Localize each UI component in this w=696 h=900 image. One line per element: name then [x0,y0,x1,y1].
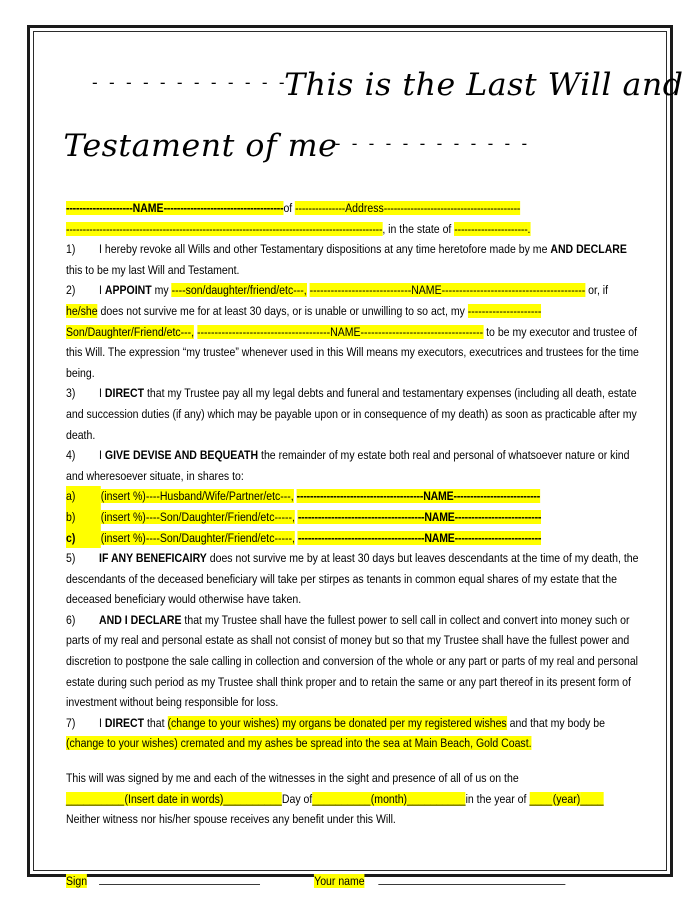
clause-text: that my Trustee shall have the fullest p… [66,612,639,710]
clause-text: that my Trustee pay all my legal debts a… [66,386,637,442]
beneficiary-relation-field[interactable]: (insert %)----Son/Daughter/Friend/etc---… [100,530,295,545]
clause-1: 1) I hereby revoke all Wills and other Te… [66,239,640,280]
date-blank-after[interactable]: __________ [223,791,282,806]
sign-label: Sign [66,873,88,888]
clause-fillin-field[interactable]: Son/Daughter/Friend/etc---, [66,324,195,339]
year-label: (year) [552,791,581,806]
clause-fillin-field[interactable]: --------------------------------------NA… [197,324,484,339]
state-dashes: ---------------------- [454,221,528,236]
year-blank-after[interactable]: ____ [580,791,604,806]
clause-text: or, if [585,283,609,298]
document-title: - - - - - - - - - - - -This is the Last … [63,58,683,178]
title-text-2: Testament of me [63,128,338,164]
beneficiary-row: b) (insert %)----Son/Daughter/Friend/etc-… [66,506,640,528]
clause-6: 6) AND I DECLARE that my Trustee shall ha… [66,610,640,713]
state-period: . [527,221,531,236]
title-line-1: - - - - - - - - - - - -This is the Last … [66,58,683,117]
clause-3: 3) I DIRECT that my Trustee pay all my le… [66,383,640,445]
clause-fillin-field[interactable]: ----son/daughter/friend/etc---, [171,283,307,298]
testator-identity-block: --------------------NAME----------------… [66,198,640,239]
clause-2: 2) I APPOINT my ----son/daughter/friend/e… [66,280,640,383]
beneficiary-label: b) [66,506,101,528]
clause-7: 7) I DIRECT that (change to your wishes) … [66,713,640,754]
beneficiary-row: a) (insert %)----Husband/Wife/Partner/etc… [66,486,640,507]
clause-fillin-field[interactable]: (change to your wishes) cremated and my … [66,736,532,751]
beneficiary-row: c) (insert %)----Son/Daughter/Friend/etc-… [66,527,640,549]
testator-name-address-line: --------------------NAME----------------… [66,198,640,219]
beneficiary-label: c) [66,527,101,549]
beneficiary-name-field[interactable]: --------------------------------------NA… [297,530,541,545]
signature-row: Sign Your name [66,873,640,888]
clause-text: I hereby revoke all Wills and other Test… [99,242,551,257]
clause-emphasis: DIRECT [104,386,145,401]
clause-fillin-field[interactable]: --------------------- [467,303,542,318]
day-of-text: Day of [281,791,313,806]
name-dash-before: -------------------- [66,201,133,215]
clause-emphasis: IF ANY BENEFICAIRY [99,551,207,566]
clause-emphasis: AND DECLARE [550,242,627,257]
clause-emphasis: GIVE DEVISE AND BEQUEATH [104,448,259,463]
clause-text: that [144,715,168,730]
year-blank-before[interactable]: ____ [529,791,553,806]
year-connector: in the year of [465,791,527,806]
clause-number: 4) [66,448,76,463]
month-blank-before[interactable]: __________ [312,791,371,806]
clause-5: 5) IF ANY BENEFICAIRY does not survive me… [66,548,640,610]
clause-number: 2) [66,283,76,298]
title-text-1: This is the Last Will and [283,67,684,103]
clause-emphasis: APPOINT [104,283,152,298]
clauses-5-to-7: 5) IF ANY BENEFICAIRY does not survive me… [66,548,640,754]
beneficiary-relation-field[interactable]: (insert %)----Son/Daughter/Friend/etc---… [100,509,295,524]
title-dashes-trailing: - - - - - - - - - - - - [334,134,531,153]
title-line-2: Testament of me- - - - - - - - - - - - [63,119,640,178]
month-label: (month) [370,791,408,806]
clauses-1-to-4: 1) I hereby revoke all Wills and other Te… [66,239,640,486]
your-name-line[interactable] [378,875,566,885]
signature-line[interactable] [99,875,261,885]
beneficiary-list: a) (insert %)----Husband/Wife/Partner/etc… [66,486,640,549]
testator-state-line: ----------------------------------------… [66,219,640,240]
attestation-intro: This will was signed by me and each of t… [66,771,519,786]
clause-number: 6) [66,612,76,627]
witness-benefit-note: Neither witness nor his/her spouse recei… [66,812,396,827]
address-dash-before: --------------- [295,201,346,215]
date-label: (Insert date in words) [124,791,224,806]
clause-4: 4) I GIVE DEVISE AND BEQUEATH the remaind… [66,445,640,486]
attestation-block: This will was signed by me and each of t… [66,768,640,830]
clause-text: this to be my last Will and Testament. [66,262,240,277]
month-blank-after[interactable]: __________ [407,791,466,806]
clause-emphasis: AND I DECLARE [99,612,182,627]
date-blank-before[interactable]: __________ [66,791,125,806]
attestation-date-line: __________(Insert date in words)________… [66,789,640,810]
name-label: NAME [132,201,164,215]
document-content: - - - - - - - - - - - -This is the Last … [63,58,683,888]
beneficiary-label: a) [66,486,101,507]
beneficiary-name-field[interactable]: --------------------------------------NA… [297,509,541,524]
clause-number: 3) [66,386,76,401]
beneficiary-relation-field[interactable]: (insert %)----Husband/Wife/Partner/etc--… [100,489,294,504]
address-dash-continued: ----------------------------------------… [66,221,383,236]
state-connector: , in the state of [382,221,452,236]
clause-number: 5) [66,551,76,566]
document-page: - - - - - - - - - - - -This is the Last … [0,0,696,900]
beneficiary-name-field[interactable]: --------------------------------------NA… [296,489,540,504]
address-dash-after: ----------------------------------------… [383,201,521,215]
clause-emphasis: DIRECT [104,715,145,730]
address-label: Address [345,201,384,215]
clause-text: my [151,283,172,298]
clause-number: 1) [66,242,76,257]
clause-number: 7) [66,715,76,730]
clause-fillin-field[interactable]: (change to your wishes) my organs be don… [167,715,507,730]
clause-fillin-field[interactable]: -----------------------------NAME-------… [309,283,586,298]
title-dashes-leading: - - - - - - - - - - - - [92,73,288,92]
clause-text: does not survive me for at least 30 days… [97,303,468,318]
page-border-outer: - - - - - - - - - - - -This is the Last … [27,25,683,888]
clause-text: and that my body be [506,715,605,730]
your-name-label: Your name [314,873,365,888]
of-connector: of [283,201,293,215]
clause-fillin-field[interactable]: he/she [66,303,98,318]
name-dash-after: ------------------------------------ [163,201,284,215]
